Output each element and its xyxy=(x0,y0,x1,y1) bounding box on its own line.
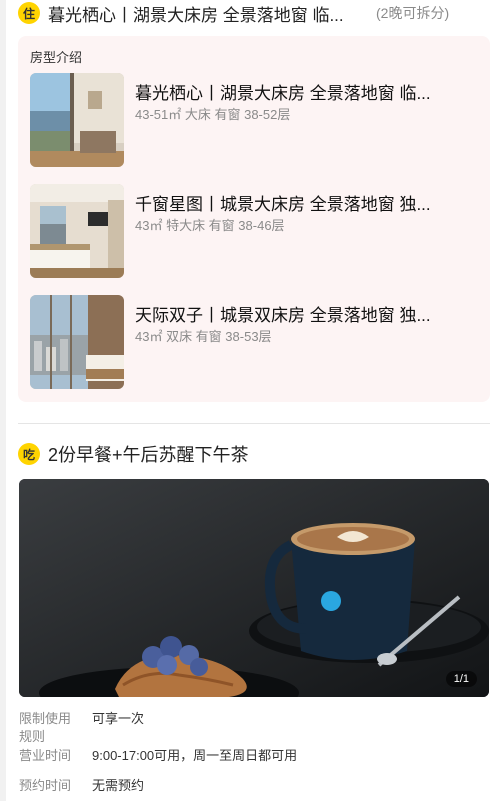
info-label: 营业时间 xyxy=(19,748,72,763)
stay-title: 暮光栖心丨湖景大床房 全景落地窗 临... xyxy=(48,5,344,25)
eat-title: 2份早餐+午后苏醒下午茶 xyxy=(48,445,249,465)
room-types-card: 房型介绍 暮光栖心丨湖景大床房 全景落地窗 临... 43-51㎡ 大床 有窗 … xyxy=(18,36,490,402)
room-meta: 43-51㎡ 大床 有窗 38-52层 xyxy=(135,107,291,122)
room-item[interactable]: 千窗星图丨城景大床房 全景落地窗 独... 43㎡ 特大床 有窗 38-46层 xyxy=(30,184,482,280)
eat-badge-icon: 吃 xyxy=(18,443,40,465)
room-item[interactable]: 天际双子丨城景双床房 全景落地窗 独... 43㎡ 双床 有窗 38-53层 xyxy=(30,295,482,391)
stay-badge-icon: 住 xyxy=(18,2,40,24)
info-label: 预约时间 xyxy=(19,778,72,793)
info-value: 可享一次 xyxy=(92,711,145,726)
info-value: 无需预约 xyxy=(92,778,145,793)
room-meta: 43㎡ 双床 有窗 38-53层 xyxy=(135,329,272,344)
room-name: 千窗星图丨城景大床房 全景落地窗 独... xyxy=(135,195,431,214)
room-types-label: 房型介绍 xyxy=(30,50,83,65)
left-rail xyxy=(0,0,6,801)
afternoon-tea-photo[interactable]: 1/1 xyxy=(19,479,489,697)
info-label: 限制使用规则 xyxy=(19,711,72,744)
room-thumbnail[interactable] xyxy=(30,295,124,389)
room-thumbnail[interactable] xyxy=(30,73,124,167)
eat-header: 吃 2份早餐+午后苏醒下午茶 xyxy=(18,441,249,467)
stay-header[interactable]: 住 暮光栖心丨湖景大床房 全景落地窗 临... (2晚可拆分) xyxy=(18,0,500,26)
room-name: 暮光栖心丨湖景大床房 全景落地窗 临... xyxy=(135,84,431,103)
section-divider xyxy=(18,423,490,424)
room-item[interactable]: 暮光栖心丨湖景大床房 全景落地窗 临... 43-51㎡ 大床 有窗 38-52… xyxy=(30,73,482,169)
photo-counter: 1/1 xyxy=(445,671,477,687)
info-value: 9:00-17:00可用，周一至周日都可用 xyxy=(92,748,298,763)
room-meta: 43㎡ 特大床 有窗 38-46层 xyxy=(135,218,285,233)
room-name: 天际双子丨城景双床房 全景落地窗 独... xyxy=(135,306,431,325)
stay-split-note: (2晚可拆分) xyxy=(376,5,450,21)
room-thumbnail[interactable] xyxy=(30,184,124,278)
